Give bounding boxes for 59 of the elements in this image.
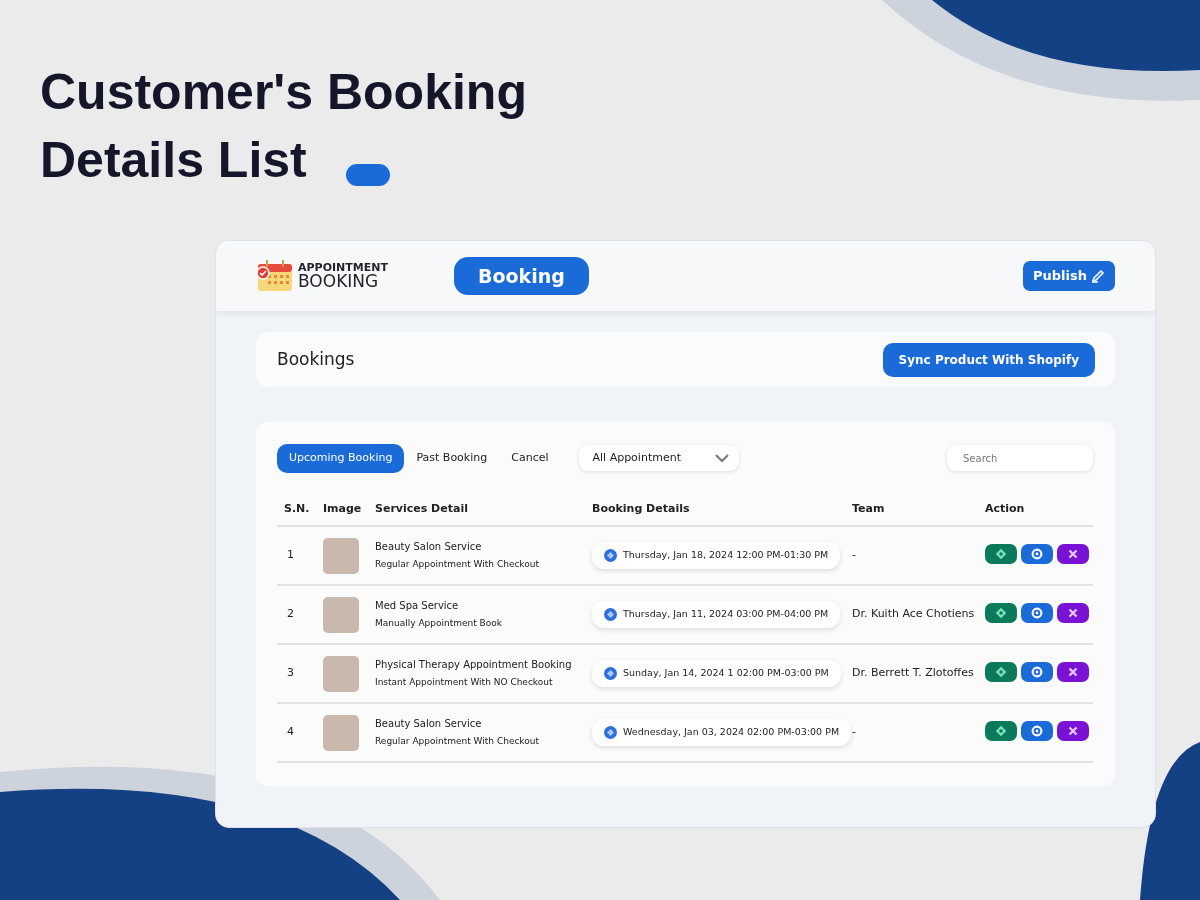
photo-placeholder — [323, 714, 359, 751]
team-member: - — [852, 725, 856, 739]
delete-button[interactable] — [1057, 603, 1089, 624]
accent-pill — [346, 164, 390, 186]
publish-button[interactable]: Publish — [1023, 261, 1115, 291]
column-header: Team — [852, 500, 985, 526]
team-member: Dr. Kuith Ace Chotiens — [852, 607, 975, 621]
calendar-icon — [256, 260, 294, 292]
service-type: Regular Appointment With Checkout — [375, 558, 540, 572]
sync-button[interactable]: Sync Product With Shopify — [882, 342, 1095, 377]
row-number: 2 — [287, 607, 294, 621]
column-header: Action — [985, 500, 1093, 526]
edit-button[interactable] — [1021, 662, 1053, 683]
photo-placeholder — [323, 596, 359, 633]
booking-date-pill: Thursday, Jan 18, 2024 12:00 PM-01:30 PM — [592, 542, 841, 569]
service-type: Instant Appointment With NO Checkout — [375, 676, 554, 690]
view-button[interactable] — [985, 662, 1017, 683]
column-header: S.N. — [277, 500, 323, 526]
row-number: 3 — [287, 666, 294, 680]
logo-text: APPOINTMENT — [298, 262, 388, 273]
team-member: - — [852, 548, 856, 562]
photo-placeholder — [323, 655, 359, 692]
headline-line: Details List — [40, 131, 307, 190]
edit-button[interactable] — [1021, 544, 1053, 565]
tab[interactable]: Cancel — [499, 444, 561, 473]
column-header: Services Detail — [375, 500, 592, 526]
delete-button[interactable] — [1057, 662, 1089, 683]
booking-date-pill: Sunday, Jan 14, 2024 1 02:00 PM-03:00 PM — [592, 660, 841, 687]
service-name: Beauty Salon Service — [375, 540, 483, 555]
view-button[interactable] — [985, 603, 1017, 624]
service-type: Regular Appointment With Checkout — [375, 735, 540, 749]
booking-date-pill: Thursday, Jan 11, 2024 03:00 PM-04:00 PM — [592, 601, 841, 628]
photo-placeholder — [323, 537, 359, 574]
service-name: Beauty Salon Service — [375, 717, 483, 732]
service-name: Med Spa Service — [375, 599, 460, 614]
tab[interactable]: Past Booking — [404, 444, 500, 473]
booking-date-pill: Wednesday, Jan 03, 2024 02:00 PM-03:00 PM — [592, 719, 852, 746]
tab[interactable]: Upcoming Booking — [277, 444, 405, 473]
view-button[interactable] — [985, 721, 1017, 742]
service-type: Manually Appointment Book — [375, 617, 503, 631]
column-header: Image — [323, 500, 375, 526]
edit-button[interactable] — [1021, 721, 1053, 742]
logo-text: BOOKING — [298, 273, 380, 290]
edit-icon — [1091, 269, 1105, 283]
delete-button[interactable] — [1057, 544, 1089, 565]
service-name: Physical Therapy Appointment Booking — [375, 658, 573, 673]
headline-line: Customer's Booking — [40, 63, 527, 122]
row-number: 4 — [287, 725, 294, 739]
row-number: 1 — [287, 548, 294, 562]
booking-nav-button[interactable]: Booking — [453, 256, 589, 296]
edit-button[interactable] — [1021, 603, 1053, 624]
filter-dropdown[interactable]: All Appointment — [578, 445, 739, 472]
delete-button[interactable] — [1057, 721, 1089, 742]
column-header: Booking Details — [592, 500, 852, 526]
search-field[interactable]: Search — [947, 445, 1093, 472]
chevron-down-icon — [714, 453, 729, 464]
view-button[interactable] — [985, 544, 1017, 565]
team-member: Dr. Berrett T. Zlotoffes — [852, 666, 974, 680]
section-title: Bookings — [277, 347, 355, 371]
